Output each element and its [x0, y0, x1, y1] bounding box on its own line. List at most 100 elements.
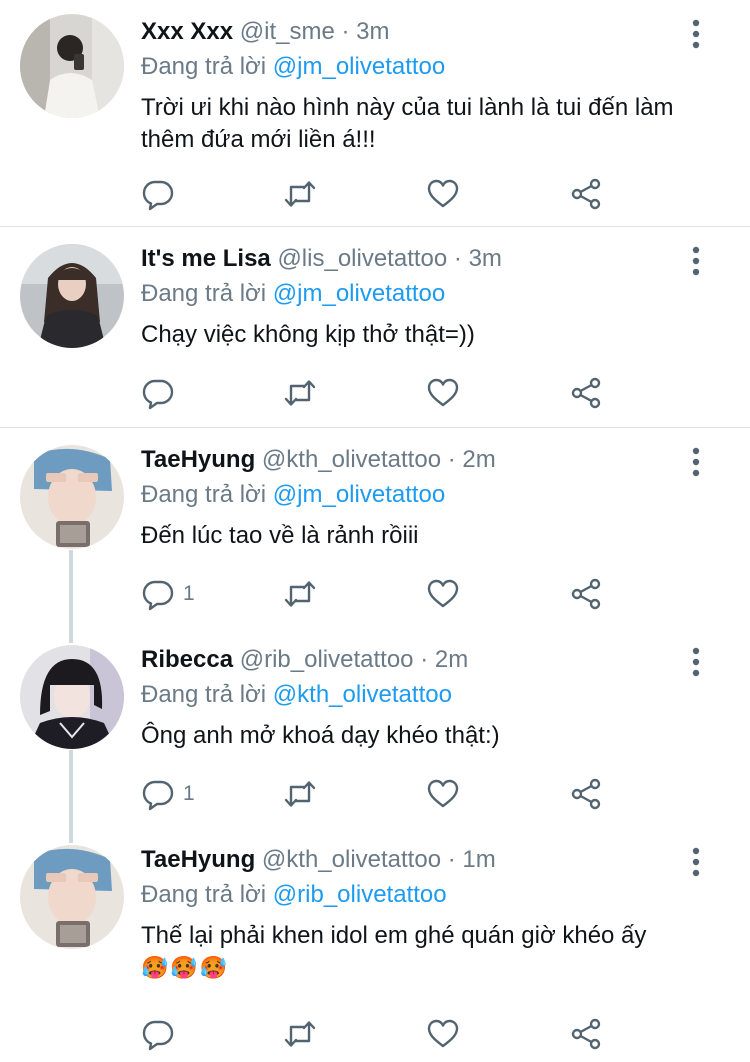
replying-to-label: Đang trả lời [141, 280, 267, 307]
retweet-button[interactable] [283, 174, 317, 214]
replying-to: Đang trả lời @rib_olivetattoo [141, 880, 447, 910]
reply-icon [142, 780, 174, 811]
mention-link[interactable]: @jm_olivetattoo [273, 481, 445, 508]
like-button[interactable] [426, 774, 460, 814]
reply-icon [142, 379, 174, 410]
reply-icon [142, 1020, 174, 1051]
tweet-card[interactable]: It's me Lisa @lis_olivetattoo · 3m Đang … [0, 227, 750, 427]
timestamp[interactable]: 3m [356, 18, 389, 45]
share-button[interactable] [569, 774, 603, 814]
mention-link[interactable]: @jm_olivetattoo [273, 53, 445, 80]
share-icon [571, 778, 601, 810]
mention-link[interactable]: @rib_olivetattoo [273, 881, 447, 908]
like-button[interactable] [426, 1014, 460, 1054]
display-name[interactable]: It's me Lisa [141, 245, 271, 272]
like-button[interactable] [426, 373, 460, 413]
retweet-icon [284, 380, 316, 406]
share-icon [571, 377, 601, 409]
reply-button[interactable] [141, 373, 183, 413]
retweet-icon [284, 581, 316, 607]
more-options-icon[interactable] [685, 446, 707, 478]
share-icon [571, 178, 601, 210]
retweet-button[interactable] [283, 373, 317, 413]
user-handle[interactable]: @kth_olivetattoo [262, 846, 441, 873]
more-options-icon[interactable] [685, 846, 707, 878]
separator-dot: · [420, 646, 429, 673]
tweet-header: It's me Lisa @lis_olivetattoo · 3m [141, 244, 502, 274]
user-handle[interactable]: @it_sme [240, 18, 335, 45]
reply-count: 1 [183, 782, 195, 805]
tweet-card[interactable]: TaeHyung @kth_olivetattoo · 2m Đang trả … [0, 428, 750, 628]
avatar[interactable] [20, 244, 124, 348]
display-name[interactable]: TaeHyung [141, 446, 255, 473]
replying-to-label: Đang trả lời [141, 481, 267, 508]
tweet-header: TaeHyung @kth_olivetattoo · 2m [141, 445, 496, 475]
like-button[interactable] [426, 174, 460, 214]
replying-to: Đang trả lời @jm_olivetattoo [141, 480, 445, 510]
heart-icon [427, 779, 459, 808]
timestamp[interactable]: 3m [469, 245, 502, 272]
timestamp[interactable]: 2m [435, 646, 468, 673]
heart-icon [427, 378, 459, 407]
user-handle[interactable]: @rib_olivetattoo [240, 646, 414, 673]
more-options-icon[interactable] [685, 646, 707, 678]
avatar[interactable] [20, 445, 124, 549]
avatar[interactable] [20, 845, 124, 949]
display-name[interactable]: TaeHyung [141, 846, 255, 873]
reply-icon [142, 180, 174, 211]
tweet-text: Trời ưi khi nào hình này của tui lành là… [141, 94, 674, 153]
more-options-icon[interactable] [685, 18, 707, 50]
like-button[interactable] [426, 574, 460, 614]
reply-button[interactable]: 1 [141, 774, 195, 814]
replying-to: Đang trả lời @jm_olivetattoo [141, 52, 445, 82]
avatar[interactable] [20, 645, 124, 749]
replying-to: Đang trả lời @jm_olivetattoo [141, 279, 445, 309]
reply-button[interactable]: 1 [141, 574, 195, 614]
user-handle[interactable]: @kth_olivetattoo [262, 446, 441, 473]
share-button[interactable] [569, 574, 603, 614]
reply-feed: Xxx Xxx @it_sme · 3m Đang trả lời @jm_ol… [0, 0, 750, 1062]
tweet-text: Ông anh mở khoá dạy khéo thật:) [141, 722, 500, 749]
share-icon [571, 578, 601, 610]
mention-link[interactable]: @kth_olivetattoo [273, 681, 452, 708]
reply-count: 1 [183, 582, 195, 605]
retweet-button[interactable] [283, 774, 317, 814]
share-button[interactable] [569, 373, 603, 413]
tweet-card[interactable]: Xxx Xxx @it_sme · 3m Đang trả lời @jm_ol… [0, 0, 750, 226]
tweet-actions: 1 [141, 574, 621, 614]
tweet-actions [141, 1014, 621, 1054]
tweet-text-body: Thế lại phải khen idol em ghé quán giờ k… [141, 922, 647, 949]
tweet-text: Đến lúc tao về là rảnh rồiii [141, 522, 419, 549]
timestamp[interactable]: 2m [462, 446, 495, 473]
timestamp[interactable]: 1m [462, 846, 495, 873]
separator-dot: · [341, 18, 350, 45]
display-name[interactable]: Ribecca [141, 646, 233, 673]
display-name[interactable]: Xxx Xxx [141, 18, 233, 45]
replying-to: Đang trả lời @kth_olivetattoo [141, 680, 452, 710]
retweet-button[interactable] [283, 574, 317, 614]
heart-icon [427, 1019, 459, 1048]
retweet-icon [284, 181, 316, 207]
reply-button[interactable] [141, 1014, 183, 1054]
share-button[interactable] [569, 174, 603, 214]
replying-to-label: Đang trả lời [141, 681, 267, 708]
avatar[interactable] [20, 14, 124, 118]
mention-link[interactable]: @jm_olivetattoo [273, 280, 445, 307]
more-options-icon[interactable] [685, 245, 707, 277]
tweet-card[interactable]: TaeHyung @kth_olivetattoo · 1m Đang trả … [0, 828, 750, 1062]
share-button[interactable] [569, 1014, 603, 1054]
tweet-actions [141, 373, 621, 413]
share-icon [571, 1018, 601, 1050]
separator-dot: · [447, 446, 456, 473]
retweet-icon [284, 781, 316, 807]
replying-to-label: Đang trả lời [141, 53, 267, 80]
reply-button[interactable] [141, 174, 183, 214]
user-handle[interactable]: @lis_olivetattoo [277, 245, 447, 272]
retweet-button[interactable] [283, 1014, 317, 1054]
separator-dot: · [453, 245, 462, 272]
hot-face-emoji: 🥵🥵🥵 [141, 955, 230, 980]
tweet-card[interactable]: Ribecca @rib_olivetattoo · 2m Đang trả l… [0, 628, 750, 828]
tweet-actions [141, 174, 621, 214]
tweet-header: Xxx Xxx @it_sme · 3m [141, 17, 390, 47]
tweet-header: Ribecca @rib_olivetattoo · 2m [141, 645, 468, 675]
